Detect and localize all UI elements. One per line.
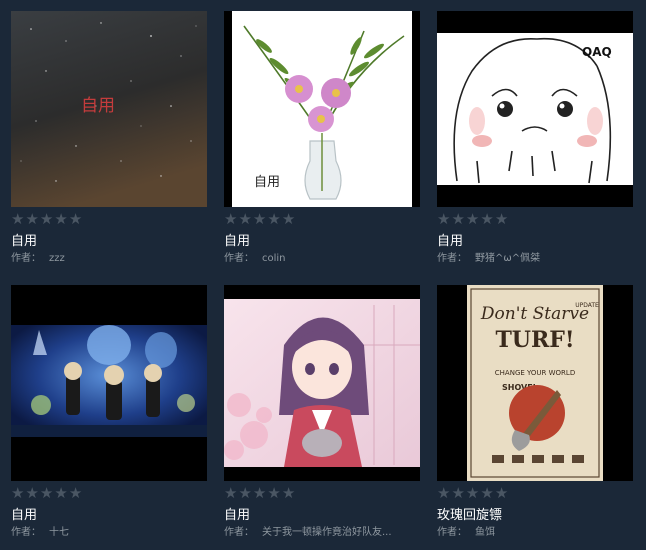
workshop-item[interactable]: ★ ★ ★ ★ ★ 自用 作者： 关于我一顿操作竟治好队友...: [224, 285, 420, 539]
author-name[interactable]: 野猪^ω^佩桀: [475, 253, 540, 264]
workshop-grid: 自用 ★ ★ ★ ★ ★ 自用 作者： zzz 自用 ★ ★ ★ ★ ★ 自用 …: [0, 0, 646, 550]
rating-stars: ★ ★ ★ ★ ★: [224, 485, 420, 501]
author-name[interactable]: zzz: [49, 253, 65, 264]
star-icon: ★: [480, 484, 494, 502]
dont-starve-characters-image[interactable]: [11, 285, 207, 481]
star-icon: ★: [494, 484, 509, 502]
author-label: 作者：: [11, 527, 41, 538]
svg-text:CHANGE YOUR WORLD: CHANGE YOUR WORLD: [495, 369, 575, 377]
rating-stars: ★ ★ ★ ★ ★: [437, 485, 633, 501]
thumb-caption: 自用: [81, 96, 115, 116]
author-label: 作者：: [437, 527, 467, 538]
star-icon: ★: [437, 210, 451, 228]
star-icon: ★: [281, 210, 296, 228]
author-name[interactable]: 十七: [49, 527, 69, 538]
star-icon: ★: [238, 210, 252, 228]
author-name[interactable]: colin: [262, 253, 286, 264]
star-icon: ★: [54, 210, 68, 228]
star-icon: ★: [238, 484, 252, 502]
star-icon: ★: [465, 210, 480, 228]
crying-bunny-image[interactable]: QAQ: [437, 11, 633, 207]
star-icon: ★: [11, 484, 25, 502]
star-icon: ★: [39, 484, 54, 502]
item-title[interactable]: 自用: [11, 508, 207, 523]
starry-sky-image[interactable]: 自用: [11, 11, 207, 207]
item-author-row: 作者： 十七: [11, 526, 207, 539]
star-icon: ★: [11, 210, 25, 228]
svg-text:UPDATE: UPDATE: [575, 302, 599, 309]
item-title[interactable]: 自用: [11, 234, 207, 249]
flower-vase-image[interactable]: 自用: [224, 11, 420, 207]
item-author-row: 作者： 鱼饵: [437, 526, 633, 539]
thumb-caption: QAQ: [582, 45, 612, 59]
rating-stars: ★ ★ ★ ★ ★: [11, 485, 207, 501]
star-icon: ★: [252, 484, 267, 502]
star-icon: ★: [267, 484, 281, 502]
author-name[interactable]: 关于我一顿操作竟治好队友...: [262, 527, 392, 538]
anime-girl-image[interactable]: [224, 285, 420, 481]
star-icon: ★: [25, 484, 39, 502]
star-icon: ★: [494, 210, 509, 228]
svg-text:TURF!: TURF!: [495, 327, 574, 353]
item-author-row: 作者： 野猪^ω^佩桀: [437, 252, 633, 265]
item-title[interactable]: 自用: [224, 508, 420, 523]
item-author-row: 作者： zzz: [11, 252, 207, 265]
workshop-item[interactable]: 自用 ★ ★ ★ ★ ★ 自用 作者： zzz: [11, 11, 207, 265]
svg-text:Don't Starve: Don't Starve: [480, 304, 589, 324]
star-icon: ★: [437, 484, 451, 502]
item-title[interactable]: 自用: [437, 234, 633, 249]
dont-starve-turf-poster-image[interactable]: Don't Starve TURF! UPDATE CHANGE YOUR WO…: [437, 285, 633, 481]
rating-stars: ★ ★ ★ ★ ★: [437, 211, 633, 227]
star-icon: ★: [39, 210, 54, 228]
star-icon: ★: [281, 484, 296, 502]
star-icon: ★: [224, 210, 238, 228]
item-title[interactable]: 自用: [224, 234, 420, 249]
rating-stars: ★ ★ ★ ★ ★: [224, 211, 420, 227]
star-icon: ★: [480, 210, 494, 228]
star-icon: ★: [54, 484, 68, 502]
star-icon: ★: [451, 484, 465, 502]
author-name[interactable]: 鱼饵: [475, 527, 495, 538]
star-icon: ★: [68, 210, 83, 228]
rating-stars: ★ ★ ★ ★ ★: [11, 211, 207, 227]
star-icon: ★: [25, 210, 39, 228]
author-label: 作者：: [224, 527, 254, 538]
star-icon: ★: [465, 484, 480, 502]
star-icon: ★: [252, 210, 267, 228]
item-title[interactable]: 玫瑰回旋镖: [437, 508, 633, 523]
item-author-row: 作者： colin: [224, 252, 420, 265]
thumb-caption: 自用: [254, 175, 281, 190]
item-author-row: 作者： 关于我一顿操作竟治好队友...: [224, 526, 420, 539]
star-icon: ★: [267, 210, 281, 228]
star-icon: ★: [68, 484, 83, 502]
star-icon: ★: [224, 484, 238, 502]
author-label: 作者：: [11, 253, 41, 264]
author-label: 作者：: [437, 253, 467, 264]
workshop-item[interactable]: QAQ ★ ★ ★ ★ ★ 自用 作者： 野猪^ω^佩桀: [437, 11, 633, 265]
workshop-item[interactable]: ★ ★ ★ ★ ★ 自用 作者： 十七: [11, 285, 207, 539]
star-icon: ★: [451, 210, 465, 228]
author-label: 作者：: [224, 253, 254, 264]
workshop-item[interactable]: 自用 ★ ★ ★ ★ ★ 自用 作者： colin: [224, 11, 420, 265]
workshop-item[interactable]: Don't Starve TURF! UPDATE CHANGE YOUR WO…: [437, 285, 633, 539]
